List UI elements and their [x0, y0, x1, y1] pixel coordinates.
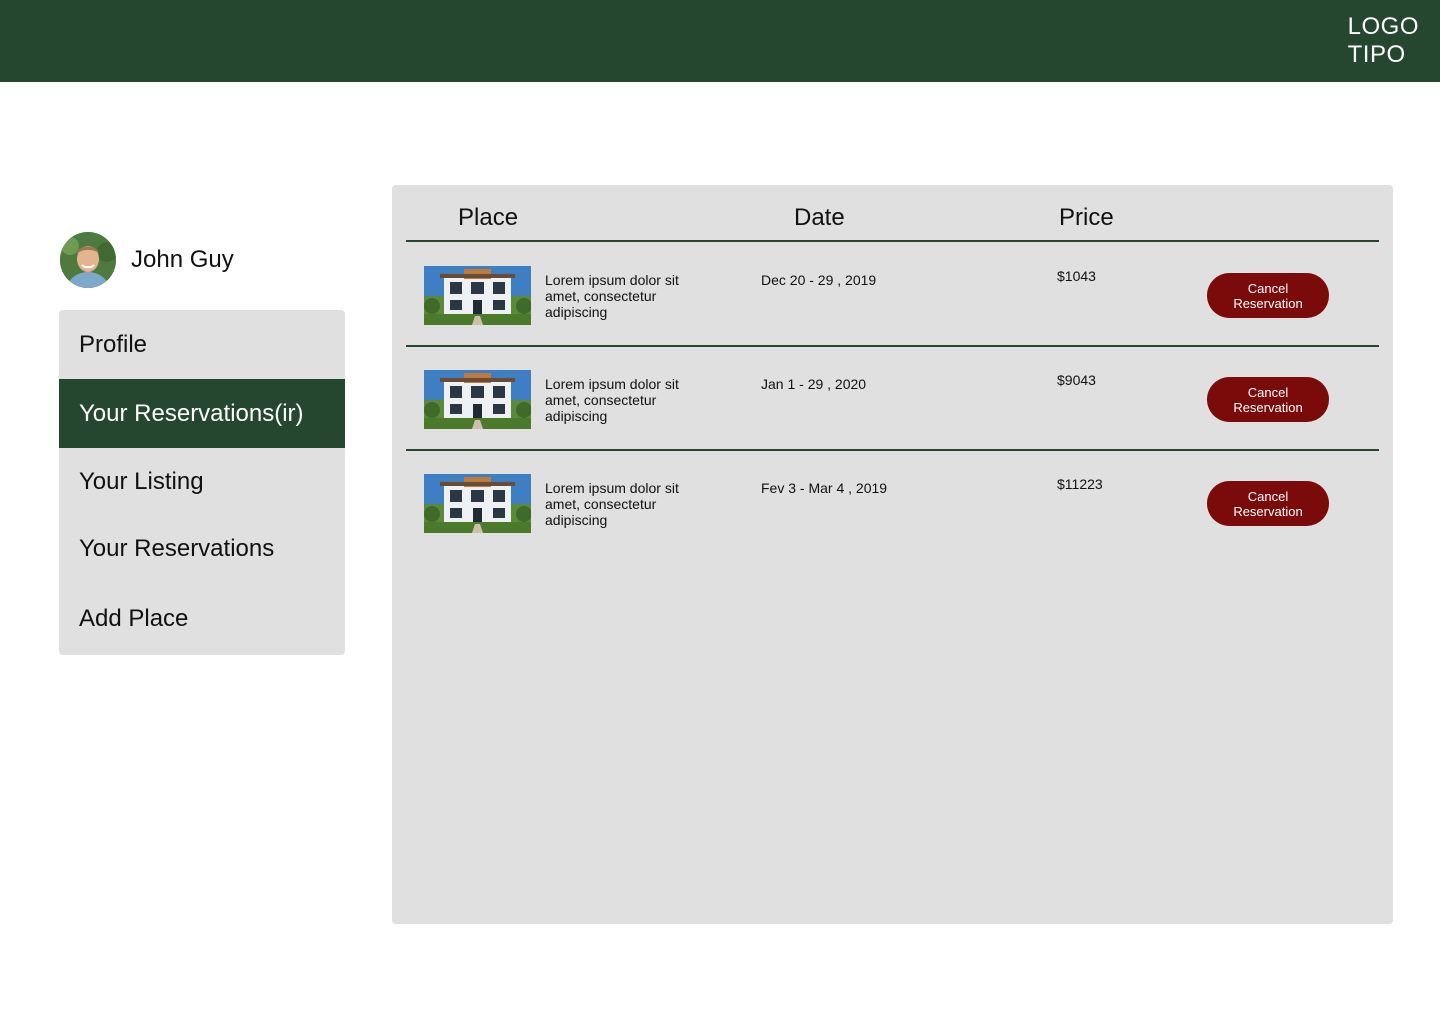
sidebar-item-label: Profile [79, 330, 148, 358]
reservation-date: Fev 3 - Mar 4 , 2019 [761, 480, 888, 496]
sidebar-item-label: Your Reservations [79, 534, 275, 562]
logo[interactable]: LOGO TIPO [1348, 13, 1419, 69]
avatar-photo-icon [60, 232, 116, 288]
column-header-date: Date [794, 204, 845, 231]
cancel-reservation-button[interactable]: Cancel Reservation [1207, 377, 1329, 422]
table-row: Lorem ipsum dolor sit amet, consectetur … [392, 242, 1393, 346]
reservations-panel: Place Date Price Lorem ipsum dolor sit a… [392, 185, 1393, 924]
sidebar-item-label: Add Place [79, 604, 189, 632]
column-header-place: Place [458, 204, 519, 231]
reservation-price: $1043 [1057, 268, 1096, 284]
house-photo-icon [424, 266, 531, 325]
sidebar-menu: Profile Your Reservations(ir) Your Listi… [59, 310, 345, 655]
logo-line-2: TIPO [1347, 41, 1406, 68]
avatar[interactable] [60, 232, 116, 288]
sidebar-item-your-listing[interactable]: Your Listing [59, 448, 345, 515]
cancel-reservation-button[interactable]: Cancel Reservation [1207, 481, 1329, 526]
place-thumbnail[interactable] [424, 370, 531, 429]
user-block: John Guy [60, 232, 234, 288]
user-name: John Guy [131, 246, 234, 273]
top-bar: LOGO TIPO [0, 0, 1440, 82]
place-thumbnail[interactable] [424, 474, 531, 533]
table-row: Lorem ipsum dolor sit amet, consectetur … [392, 346, 1393, 450]
place-description: Lorem ipsum dolor sit amet, consectetur … [545, 272, 679, 320]
reservation-price: $9043 [1057, 372, 1096, 388]
cancel-reservation-button[interactable]: Cancel Reservation [1207, 273, 1329, 318]
house-photo-icon [424, 474, 531, 533]
place-description: Lorem ipsum dolor sit amet, consectetur … [545, 480, 679, 528]
sidebar-item-your-reservations-ir[interactable]: Your Reservations(ir) [59, 379, 345, 448]
sidebar-item-label: Your Reservations(ir) [79, 399, 304, 427]
sidebar-item-profile[interactable]: Profile [59, 310, 345, 379]
reservation-price: $11223 [1057, 476, 1103, 492]
reservation-date: Jan 1 - 29 , 2020 [761, 376, 867, 392]
sidebar-item-add-place[interactable]: Add Place [59, 582, 345, 655]
column-header-price: Price [1059, 204, 1114, 231]
logo-line-1: LOGO [1347, 13, 1419, 40]
place-description: Lorem ipsum dolor sit amet, consectetur … [545, 376, 679, 424]
place-thumbnail[interactable] [424, 266, 531, 325]
reservation-date: Dec 20 - 29 , 2019 [761, 272, 877, 288]
sidebar-item-your-reservations[interactable]: Your Reservations [59, 515, 345, 582]
sidebar-item-label: Your Listing [79, 467, 204, 495]
house-photo-icon [424, 370, 531, 429]
table-row: Lorem ipsum dolor sit amet, consectetur … [392, 450, 1393, 554]
